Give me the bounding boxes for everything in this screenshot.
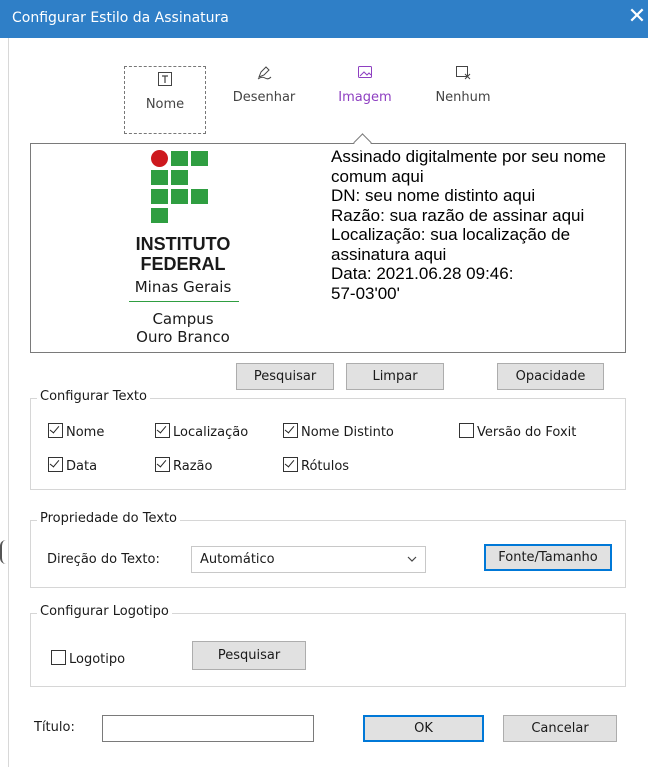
search-image-button[interactable]: Pesquisar <box>236 363 334 390</box>
logo-line-federal: FEDERAL <box>140 254 226 274</box>
tab-nenhum[interactable]: Nenhum <box>428 64 498 105</box>
signature-preview: INSTITUTO FEDERAL Minas Gerais Campus Ou… <box>30 143 626 353</box>
logo-line-campus: Campus <box>152 310 214 328</box>
tab-nome-label: Nome <box>145 97 185 112</box>
checkbox-versao-foxit[interactable]: Versão do Foxit <box>459 423 576 440</box>
logo-line-minas-gerais: Minas Gerais <box>134 278 232 296</box>
cancel-button[interactable]: Cancelar <box>503 715 617 742</box>
text-direction-value: Automático <box>200 552 275 567</box>
tab-nenhum-label: Nenhum <box>435 90 491 105</box>
title-bar: Configurar Estilo da Assinatura ✕ <box>0 0 648 38</box>
text-direction-label: Direção do Texto: <box>47 552 160 567</box>
tab-imagem-label: Imagem <box>338 90 392 105</box>
logo-square <box>171 189 188 204</box>
tab-desenhar-label: Desenhar <box>232 90 296 105</box>
checkbox-razao[interactable]: Razão <box>155 457 212 474</box>
logo-line-instituto: INSTITUTO <box>135 234 231 254</box>
checkbox-box <box>155 423 170 438</box>
checkbox-box <box>48 457 63 472</box>
search-logo-button[interactable]: Pesquisar <box>192 641 306 670</box>
checkbox-nome[interactable]: Nome <box>48 423 104 440</box>
checkbox-box <box>459 423 474 438</box>
window-title: Configurar Estilo da Assinatura <box>12 10 229 26</box>
checkbox-box <box>283 423 298 438</box>
background-window-edge <box>0 540 8 564</box>
checkbox-rotulos[interactable]: Rótulos <box>283 457 349 474</box>
logo-red-dot <box>151 150 168 167</box>
checkbox-box <box>283 457 298 472</box>
institution-logo: INSTITUTO FEDERAL Minas Gerais Campus Ou… <box>115 146 265 350</box>
checkbox-box <box>51 650 66 665</box>
title-input[interactable] <box>102 715 314 742</box>
logo-text-block: INSTITUTO FEDERAL <box>115 234 251 274</box>
text-box-icon <box>158 72 172 86</box>
signature-text: Assinado digitalmente por seu nome comum… <box>331 147 606 303</box>
checkbox-box <box>155 457 170 472</box>
ok-button[interactable]: OK <box>363 715 484 742</box>
configure-logo-legend: Configurar Logotipo <box>37 604 172 619</box>
configure-text-legend: Configurar Texto <box>37 389 150 404</box>
logo-square <box>191 189 208 204</box>
close-icon[interactable]: ✕ <box>626 6 648 28</box>
logo-campus-block: Campus Ouro Branco <box>115 310 251 346</box>
checkbox-data[interactable]: Data <box>48 457 97 474</box>
title-label: Título: <box>34 720 75 735</box>
logo-square <box>151 208 168 223</box>
opacity-button[interactable]: Opacidade <box>497 363 604 390</box>
clear-image-button[interactable]: Limpar <box>346 363 444 390</box>
no-signature-icon <box>456 66 471 80</box>
tab-nome[interactable]: Nome <box>124 66 206 134</box>
image-icon <box>358 66 372 78</box>
logo-square <box>151 170 168 185</box>
window-border <box>8 38 9 767</box>
checkbox-nome-distinto[interactable]: Nome Distinto <box>283 423 394 440</box>
logo-square <box>151 189 168 204</box>
text-direction-select[interactable]: Automático <box>191 546 426 573</box>
checkbox-box <box>48 423 63 438</box>
logo-divider <box>129 301 239 302</box>
tab-desenhar[interactable]: Desenhar <box>226 64 302 105</box>
checkbox-localizacao[interactable]: Localização <box>155 423 248 440</box>
chevron-down-icon <box>407 556 417 562</box>
logo-square <box>171 151 188 166</box>
logo-square <box>171 170 188 185</box>
text-property-legend: Propriedade do Texto <box>37 511 181 526</box>
logo-square <box>191 151 208 166</box>
font-size-button[interactable]: Fonte/Tamanho <box>484 544 612 571</box>
configure-text-group: Configurar Texto <box>30 389 626 490</box>
checkbox-logotipo[interactable]: Logotipo <box>51 650 125 667</box>
logo-line-ouro-branco: Ouro Branco <box>136 328 230 346</box>
tab-imagem[interactable]: Imagem <box>330 64 400 105</box>
pen-draw-icon <box>257 66 272 80</box>
